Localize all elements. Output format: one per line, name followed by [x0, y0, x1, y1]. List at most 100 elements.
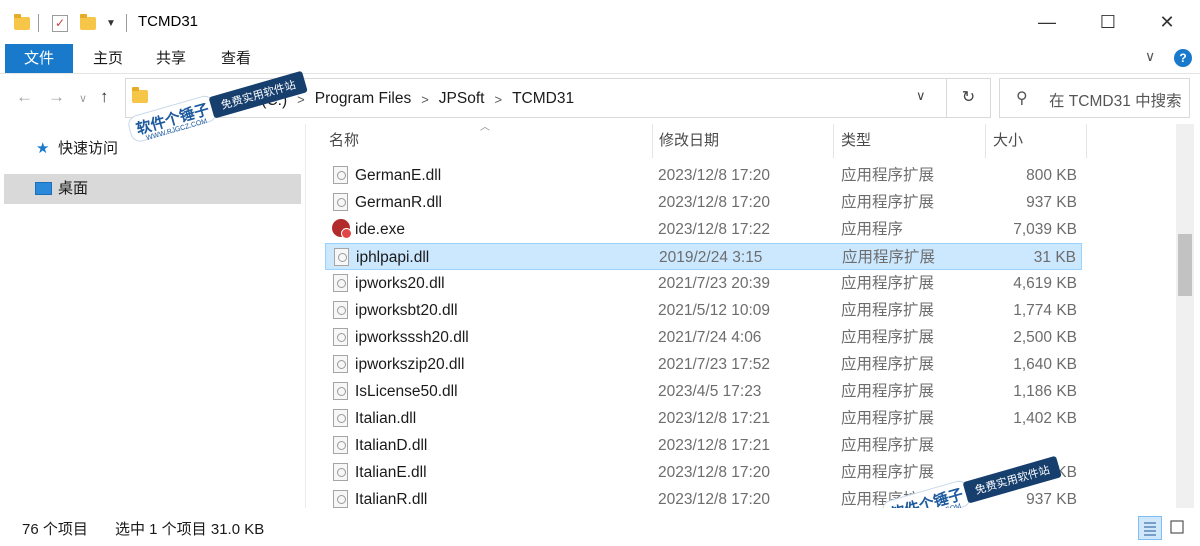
chevron-right-icon: >: [494, 91, 503, 107]
column-divider[interactable]: [652, 124, 653, 158]
pane-divider[interactable]: [305, 124, 306, 508]
file-type: 应用程序扩展: [841, 275, 935, 292]
forward-button[interactable]: →: [48, 87, 65, 107]
file-row[interactable]: ide.exe 2023/12/8 17:22 应用程序 7,039 KB: [325, 216, 1082, 243]
new-folder-icon[interactable]: [80, 12, 96, 34]
vertical-scrollbar[interactable]: [1176, 124, 1194, 508]
file-type: 应用程序扩展: [841, 194, 935, 211]
dll-icon: [333, 355, 348, 373]
column-header-name[interactable]: 名称: [329, 127, 359, 155]
properties-icon[interactable]: ✓: [52, 12, 68, 34]
file-name: GermanR.dll: [355, 194, 442, 211]
nav-item-label: 快速访问: [58, 140, 119, 157]
address-dropdown-icon[interactable]: ∨: [916, 88, 926, 104]
column-divider[interactable]: [985, 124, 986, 158]
star-icon: ★: [36, 140, 50, 157]
file-date: 2023/4/5 17:23: [658, 383, 762, 400]
file-date: 2023/12/8 17:20: [658, 167, 771, 184]
file-size: 31 KB: [1033, 249, 1076, 266]
selection-info: 选中 1 个项目 31.0 KB: [115, 521, 265, 538]
search-input[interactable]: 在 TCMD31 中搜索: [1049, 89, 1182, 111]
file-date: 2021/7/23 20:39: [658, 275, 771, 292]
dll-icon: [333, 274, 348, 292]
help-icon[interactable]: ?: [1174, 49, 1192, 67]
file-type: 应用程序: [841, 221, 904, 238]
folder-icon: [14, 12, 30, 34]
details-view-button[interactable]: [1138, 516, 1162, 540]
column-header-date[interactable]: 修改日期: [659, 127, 719, 155]
file-type: 应用程序扩展: [841, 302, 935, 319]
details-view-icon: [1144, 522, 1156, 536]
dll-icon: [333, 328, 348, 346]
file-name: ipworks20.dll: [355, 275, 445, 292]
file-row[interactable]: iphlpapi.dll 2019/2/24 3:15 应用程序扩展 31 KB: [325, 243, 1082, 270]
file-row[interactable]: ipworkszip20.dll 2021/7/23 17:52 应用程序扩展 1,6…: [325, 351, 1082, 378]
tab-file[interactable]: 文件: [5, 44, 73, 73]
close-button[interactable]: ✕: [1134, 0, 1200, 44]
dll-icon: [333, 301, 348, 319]
navigation-pane: ★ 快速访问 桌面: [0, 124, 306, 508]
partially-visible-row: [325, 155, 1082, 161]
file-name: ipworkszip20.dll: [355, 356, 465, 373]
sort-ascending-icon: ︿: [480, 122, 490, 133]
file-size: 1,402 KB: [1013, 410, 1077, 427]
breadcrumb-tcmd31[interactable]: TCMD31: [512, 90, 574, 108]
column-header-type[interactable]: 类型: [841, 127, 871, 155]
file-type: 应用程序扩展: [841, 329, 935, 346]
search-box[interactable]: ⚲ 在 TCMD31 中搜索: [999, 78, 1190, 118]
expand-ribbon-icon[interactable]: ∨: [1145, 48, 1155, 65]
desktop-icon: [35, 182, 52, 195]
column-divider[interactable]: [1086, 124, 1087, 158]
nav-item-desktop[interactable]: 桌面: [4, 174, 301, 204]
refresh-button[interactable]: ↻: [946, 78, 990, 118]
file-name: GermanE.dll: [355, 167, 442, 184]
file-row[interactable]: ipworks20.dll 2021/7/23 20:39 应用程序扩展 4,619 …: [325, 270, 1082, 297]
file-size: 2,500 KB: [1013, 329, 1077, 346]
file-date: 2023/12/8 17:21: [658, 437, 771, 454]
tab-share[interactable]: 共享: [143, 44, 199, 73]
tab-view[interactable]: 查看: [208, 44, 264, 73]
file-row[interactable]: GermanR.dll 2023/12/8 17:20 应用程序扩展 937 KB: [325, 189, 1082, 216]
large-icons-view-icon: [1170, 520, 1184, 534]
scrollbar-thumb[interactable]: [1178, 234, 1192, 296]
file-name: ItalianE.dll: [355, 464, 427, 481]
customize-quick-access-icon[interactable]: ▼: [106, 12, 116, 34]
large-icons-view-button[interactable]: [1166, 516, 1190, 540]
file-row[interactable]: ipworksssh20.dll 2021/7/24 4:06 应用程序扩展 2,50…: [325, 324, 1082, 351]
column-divider[interactable]: [833, 124, 834, 158]
back-button[interactable]: ←: [16, 87, 33, 107]
up-button[interactable]: ↑: [100, 87, 109, 107]
dll-icon: [333, 382, 348, 400]
file-type: 应用程序扩展: [841, 383, 935, 400]
file-size: 1,640 KB: [1013, 356, 1077, 373]
minimize-button[interactable]: —: [1014, 0, 1080, 44]
file-type: 应用程序扩展: [841, 464, 935, 481]
file-size: 800 KB: [1026, 167, 1077, 184]
tab-home[interactable]: 主页: [80, 44, 136, 73]
file-type: 应用程序扩展: [842, 249, 936, 266]
maximize-button[interactable]: ☐: [1075, 0, 1141, 44]
file-type: 应用程序扩展: [841, 437, 935, 454]
breadcrumb-program-files[interactable]: Program Files: [315, 90, 411, 108]
file-row[interactable]: ItalianD.dll 2023/12/8 17:21 应用程序扩展: [325, 432, 1082, 459]
file-date: 2023/12/8 17:20: [658, 194, 771, 211]
dll-icon: [333, 490, 348, 508]
file-row[interactable]: IsLicense50.dll 2023/4/5 17:23 应用程序扩展 1,186…: [325, 378, 1082, 405]
file-name: IsLicense50.dll: [355, 383, 458, 400]
column-header-size[interactable]: 大小: [993, 127, 1023, 155]
breadcrumb-jpsoft[interactable]: JPSoft: [439, 90, 485, 108]
recent-locations-button[interactable]: ∨: [79, 92, 87, 105]
file-row[interactable]: Italian.dll 2023/12/8 17:21 应用程序扩展 1,402 KB: [325, 405, 1082, 432]
dll-icon: [334, 248, 349, 266]
file-type: 应用程序扩展: [841, 410, 935, 427]
file-row[interactable]: ipworksbt20.dll 2021/5/12 10:09 应用程序扩展 1,77…: [325, 297, 1082, 324]
exe-icon: [332, 219, 352, 239]
ribbon-tabs: 文件 主页 共享 查看 ∨ ?: [0, 44, 1200, 74]
file-row[interactable]: GermanE.dll 2023/12/8 17:20 应用程序扩展 800 KB: [325, 162, 1082, 189]
file-date: 2019/2/24 3:15: [659, 249, 763, 266]
file-name: ipworksssh20.dll: [355, 329, 469, 346]
file-name: Italian.dll: [355, 410, 417, 427]
search-icon: ⚲: [1016, 90, 1028, 107]
file-date: 2021/7/23 17:52: [658, 356, 771, 373]
title-bar: ✓ ▼ TCMD31 — ☐ ✕: [0, 0, 1200, 44]
